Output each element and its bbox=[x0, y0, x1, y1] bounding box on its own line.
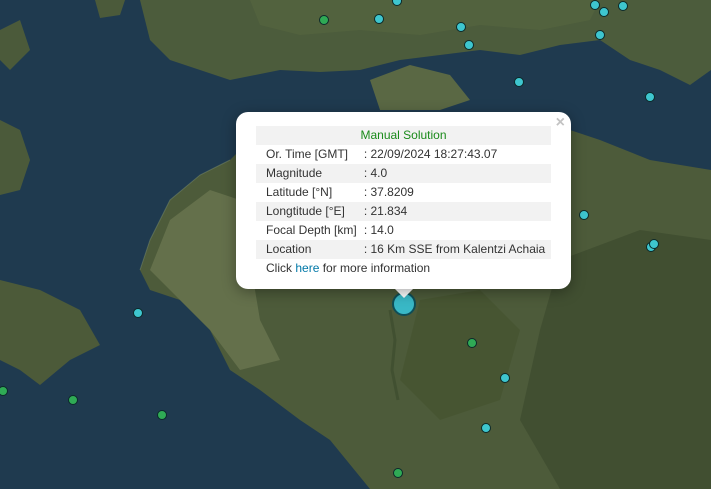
focal-depth-value: : 14.0 bbox=[359, 221, 551, 240]
earthquake-marker[interactable] bbox=[133, 308, 143, 318]
earthquake-details-table: Manual Solution Or. Time [GMT] : 22/09/2… bbox=[256, 126, 551, 259]
earthquake-marker[interactable] bbox=[467, 338, 477, 348]
longitude-value: : 21.834 bbox=[359, 202, 551, 221]
earthquake-marker[interactable] bbox=[618, 1, 628, 11]
earthquake-marker[interactable] bbox=[579, 210, 589, 220]
popup-title: Manual Solution bbox=[256, 126, 551, 145]
earthquake-marker[interactable] bbox=[374, 14, 384, 24]
table-row: Focal Depth [km] : 14.0 bbox=[256, 221, 551, 240]
more-info-link[interactable]: here bbox=[295, 261, 319, 275]
earthquake-marker[interactable] bbox=[599, 7, 609, 17]
earthquake-marker[interactable] bbox=[464, 40, 474, 50]
earthquake-marker[interactable] bbox=[319, 15, 329, 25]
popup-tip bbox=[394, 288, 414, 298]
table-row: Magnitude : 4.0 bbox=[256, 164, 551, 183]
earthquake-marker[interactable] bbox=[649, 239, 659, 249]
earthquake-marker[interactable] bbox=[393, 468, 403, 478]
more-info-line: Click here for more information bbox=[256, 259, 551, 278]
magnitude-value: : 4.0 bbox=[359, 164, 551, 183]
earthquake-marker[interactable] bbox=[157, 410, 167, 420]
location-value: : 16 Km SSE from Kalentzi Achaia bbox=[359, 240, 551, 259]
earthquake-marker[interactable] bbox=[500, 373, 510, 383]
table-row: Longtitude [°E] : 21.834 bbox=[256, 202, 551, 221]
earthquake-marker[interactable] bbox=[590, 0, 600, 10]
latitude-value: : 37.8209 bbox=[359, 183, 551, 202]
earthquake-marker[interactable] bbox=[481, 423, 491, 433]
earthquake-marker[interactable] bbox=[68, 395, 78, 405]
close-icon[interactable]: × bbox=[556, 115, 565, 131]
more-info-suffix: for more information bbox=[319, 261, 431, 275]
origin-time-value: : 22/09/2024 18:27:43.07 bbox=[359, 145, 551, 164]
latitude-label: Latitude [°N] bbox=[256, 183, 360, 202]
table-row: Or. Time [GMT] : 22/09/2024 18:27:43.07 bbox=[256, 145, 551, 164]
location-label: Location bbox=[256, 240, 360, 259]
popup-title-row: Manual Solution bbox=[256, 126, 551, 145]
earthquake-marker[interactable] bbox=[514, 77, 524, 87]
map-view[interactable]: × Manual Solution Or. Time [GMT] : 22/09… bbox=[0, 0, 711, 489]
earthquake-marker[interactable] bbox=[645, 92, 655, 102]
table-row: Latitude [°N] : 37.8209 bbox=[256, 183, 551, 202]
earthquake-marker[interactable] bbox=[595, 30, 605, 40]
more-info-prefix: Click bbox=[266, 261, 296, 275]
origin-time-label: Or. Time [GMT] bbox=[256, 145, 360, 164]
table-row: Location : 16 Km SSE from Kalentzi Achai… bbox=[256, 240, 551, 259]
earthquake-marker[interactable] bbox=[456, 22, 466, 32]
earthquake-info-popup: × Manual Solution Or. Time [GMT] : 22/09… bbox=[236, 112, 571, 289]
longitude-label: Longtitude [°E] bbox=[256, 202, 360, 221]
focal-depth-label: Focal Depth [km] bbox=[256, 221, 360, 240]
magnitude-label: Magnitude bbox=[256, 164, 360, 183]
